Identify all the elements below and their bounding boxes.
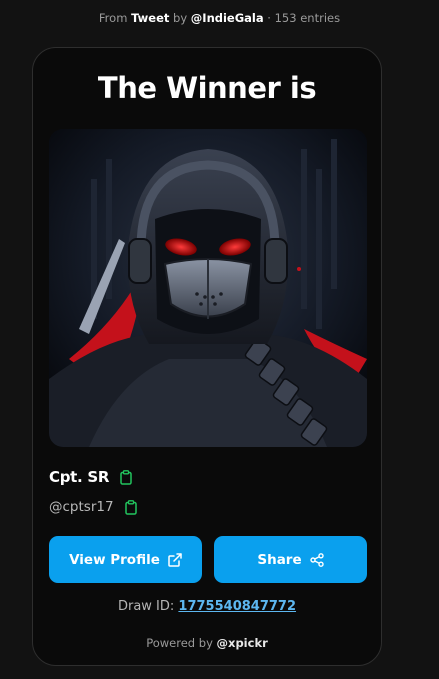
source-prefix: From [98, 11, 128, 25]
powered-by-brand[interactable]: @xpickr [217, 636, 268, 650]
draw-id-row: Draw ID: 1775540847772 [33, 598, 381, 616]
draw-id-link[interactable]: 1775540847772 [178, 599, 296, 614]
winner-card: The Winner is Cpt. SR @cptsr17 View Prof… [32, 47, 382, 666]
source-separator: · [267, 11, 271, 25]
draw-id-label: Draw ID: [117, 599, 175, 614]
card-title: The Winner is [97, 71, 317, 105]
external-link-icon [168, 552, 182, 567]
source-author: @IndieGala [190, 11, 264, 25]
source-platform: Tweet [131, 11, 170, 25]
view-profile-button[interactable]: View Profile [49, 536, 202, 583]
copy-name-icon[interactable] [119, 469, 133, 485]
winner-handle: @cptsr17 [49, 499, 114, 515]
copy-handle-icon[interactable] [124, 499, 138, 515]
view-profile-label: View Profile [69, 551, 160, 568]
entries-count: 153 entries [274, 11, 341, 25]
source-by-label: by [173, 11, 188, 25]
source-line: From Tweet by @IndieGala · 153 entries [0, 10, 439, 26]
powered-by-label: Powered by [146, 636, 213, 650]
winner-name-row: Cpt. SR [49, 466, 133, 488]
powered-by: Powered by @xpickr [33, 635, 381, 651]
share-nodes-icon [309, 552, 324, 567]
winner-avatar [49, 129, 367, 447]
share-button[interactable]: Share [214, 536, 367, 583]
winner-handle-row: @cptsr17 [49, 496, 138, 518]
winner-name: Cpt. SR [49, 468, 110, 486]
share-label: Share [257, 551, 302, 568]
